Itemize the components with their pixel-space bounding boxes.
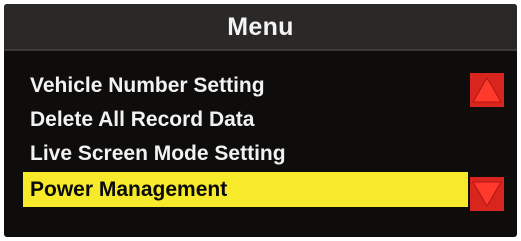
triangle-down-icon: [472, 181, 502, 207]
menu-title: Menu: [227, 13, 294, 41]
menu-item-vehicle-number-setting[interactable]: Vehicle Number Setting: [23, 68, 468, 103]
menu-item-power-management[interactable]: Power Management: [23, 172, 468, 207]
menu-screen: Menu Vehicle Number Setting Delete All R…: [4, 4, 517, 237]
scroll-down-button[interactable]: [470, 177, 504, 211]
triangle-up-icon: [472, 77, 502, 103]
menu-header: Menu: [4, 4, 517, 51]
menu-item-live-screen-mode-setting[interactable]: Live Screen Mode Setting: [23, 136, 468, 171]
scroll-up-button[interactable]: [470, 73, 504, 107]
menu-item-delete-all-record-data[interactable]: Delete All Record Data: [23, 102, 468, 137]
